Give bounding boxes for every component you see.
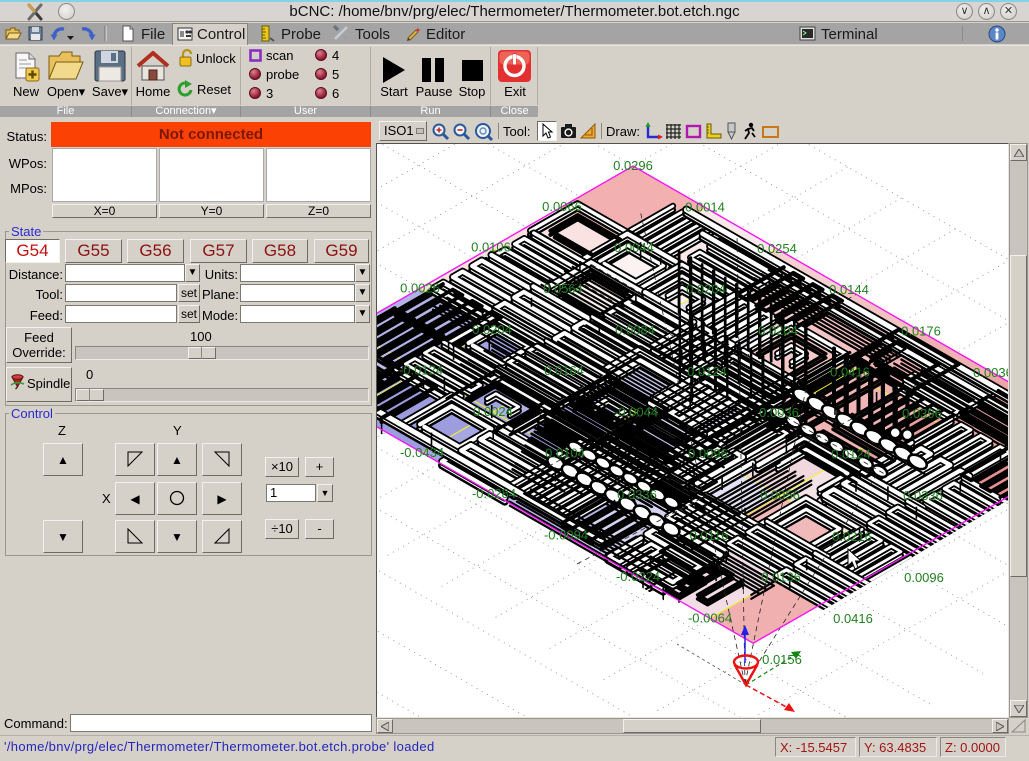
svg-text:0.0164: 0.0164 <box>544 363 584 378</box>
svg-text:-0.0434: -0.0434 <box>400 445 444 460</box>
svg-text:0.0396: 0.0396 <box>902 406 942 421</box>
svg-text:0.0204: 0.0204 <box>472 322 512 337</box>
svg-text:0.0014: 0.0014 <box>685 199 725 214</box>
svg-text:0.0204: 0.0204 <box>758 323 798 338</box>
svg-text:0.0336: 0.0336 <box>617 487 657 502</box>
svg-text:0.0044: 0.0044 <box>614 240 654 255</box>
svg-text:0.0416: 0.0416 <box>833 611 873 626</box>
svg-text:0.0104: 0.0104 <box>545 445 585 460</box>
svg-text:0.0416: 0.0416 <box>830 364 870 379</box>
svg-text:0.0056: 0.0056 <box>760 487 800 502</box>
svg-text:0.0026: 0.0026 <box>400 280 440 295</box>
svg-text:-0.0224: -0.0224 <box>616 569 660 584</box>
svg-text:0.0096: 0.0096 <box>904 570 944 585</box>
svg-text:0.0106: 0.0106 <box>471 240 511 255</box>
svg-text:-0.0284: -0.0284 <box>472 486 516 501</box>
svg-text:0.0036: 0.0036 <box>759 405 799 420</box>
svg-text:0.0096: 0.0096 <box>688 446 728 461</box>
svg-text:0.0084: 0.0084 <box>615 322 655 337</box>
svg-text:-0.0124: -0.0124 <box>399 363 443 378</box>
svg-text:0.0124: 0.0124 <box>687 364 727 379</box>
svg-text:0.0116: 0.0116 <box>690 528 729 543</box>
svg-text:0.0254: 0.0254 <box>757 241 797 256</box>
svg-text:0.0204: 0.0204 <box>686 282 726 297</box>
svg-text:0.0176: 0.0176 <box>901 324 941 339</box>
svg-text:0.0066: 0.0066 <box>542 199 582 214</box>
svg-text:-0.0044: -0.0044 <box>614 405 658 420</box>
svg-text:0.0024: 0.0024 <box>473 404 513 419</box>
svg-text:0.0296: 0.0296 <box>613 158 653 173</box>
svg-text:-0.0064: -0.0064 <box>688 610 732 625</box>
svg-text:-0.0094: -0.0094 <box>544 528 588 543</box>
svg-text:0.0564: 0.0564 <box>543 281 583 296</box>
svg-text:0.0336: 0.0336 <box>903 488 943 503</box>
svg-text:0.0036: 0.0036 <box>973 365 1008 380</box>
svg-text:0.0216: 0.0216 <box>832 529 872 544</box>
svg-text:0.0124: 0.0124 <box>831 447 871 462</box>
svg-text:0.0136: 0.0136 <box>761 570 801 585</box>
svg-text:0.0144: 0.0144 <box>829 282 869 297</box>
